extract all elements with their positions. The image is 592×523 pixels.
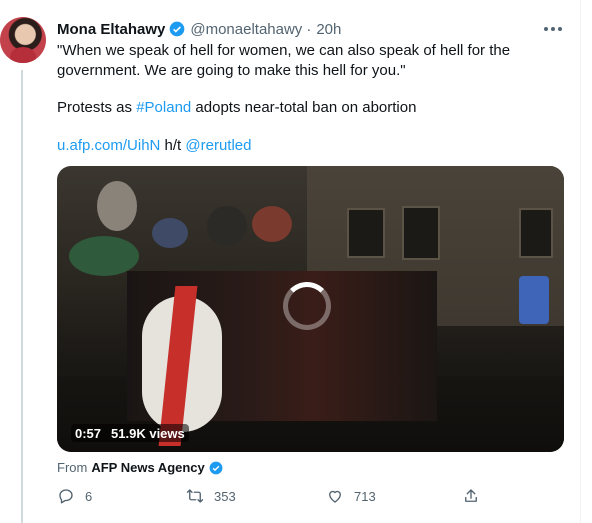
- tweet-text-protests: Protests as #Poland adopts near-total ba…: [57, 98, 416, 118]
- tweet-links: u.afp.com/UihN h/t @rerutled: [57, 136, 251, 156]
- author-handle[interactable]: @monaeltahawy: [190, 21, 302, 38]
- retweet-count: 353: [214, 488, 236, 504]
- avatar[interactable]: [0, 17, 46, 63]
- video-duration: 0:57: [75, 425, 102, 441]
- video-frame-person: [69, 236, 139, 276]
- separator-dot: ·: [306, 20, 312, 38]
- reply-button[interactable]: 6: [57, 485, 92, 507]
- tweet-header: Mona Eltahawy @monaeltahawy · 20h: [57, 18, 341, 40]
- protests-prefix: Protests as: [57, 99, 137, 116]
- short-link[interactable]: u.afp.com/UihN: [57, 137, 160, 154]
- retweet-button[interactable]: 353: [186, 485, 236, 507]
- from-label: From: [57, 460, 88, 475]
- video-frame-vest: [519, 276, 549, 324]
- tweet-text-line-1: "When we speak of hell for women, we can…: [57, 42, 511, 59]
- like-icon: [329, 490, 341, 503]
- timeline-border: [580, 0, 581, 523]
- share-icon: [465, 489, 477, 502]
- more-icon[interactable]: [540, 20, 566, 38]
- video-player[interactable]: 0:57 51.9K views: [57, 166, 564, 452]
- video-frame-person: [252, 206, 292, 242]
- tweet-text-line-2: government. We are going to make this he…: [57, 62, 406, 79]
- loading-spinner-icon: [283, 282, 331, 330]
- timestamp[interactable]: 20h: [316, 21, 341, 38]
- author-name[interactable]: Mona Eltahawy: [57, 21, 165, 38]
- video-views: 51.9K views: [111, 425, 185, 441]
- video-frame-window: [519, 208, 553, 258]
- ht-label: h/t: [160, 137, 186, 154]
- like-count: 713: [354, 488, 376, 504]
- video-stats-badge: 0:57 51.9K views: [71, 424, 189, 442]
- verified-badge-icon: [209, 461, 223, 475]
- video-frame-person: [207, 206, 247, 246]
- hashtag-link[interactable]: #Poland: [136, 99, 191, 116]
- media-source: From AFP News Agency: [57, 459, 223, 477]
- verified-badge-icon: [170, 21, 185, 37]
- share-button[interactable]: [462, 485, 480, 507]
- reply-count: 6: [85, 488, 93, 504]
- video-frame-window: [402, 206, 440, 260]
- reply-icon: [59, 489, 73, 504]
- retweet-icon: [186, 489, 204, 503]
- video-frame-person: [97, 181, 137, 231]
- mention-link[interactable]: @rerutled: [185, 137, 251, 154]
- thread-line: [21, 70, 23, 523]
- video-frame-person: [152, 218, 188, 248]
- like-button[interactable]: 713: [326, 485, 376, 507]
- video-frame-window: [347, 208, 385, 258]
- source-org-name[interactable]: AFP News Agency: [91, 459, 204, 477]
- protests-suffix: adopts near-total ban on abortion: [191, 99, 417, 116]
